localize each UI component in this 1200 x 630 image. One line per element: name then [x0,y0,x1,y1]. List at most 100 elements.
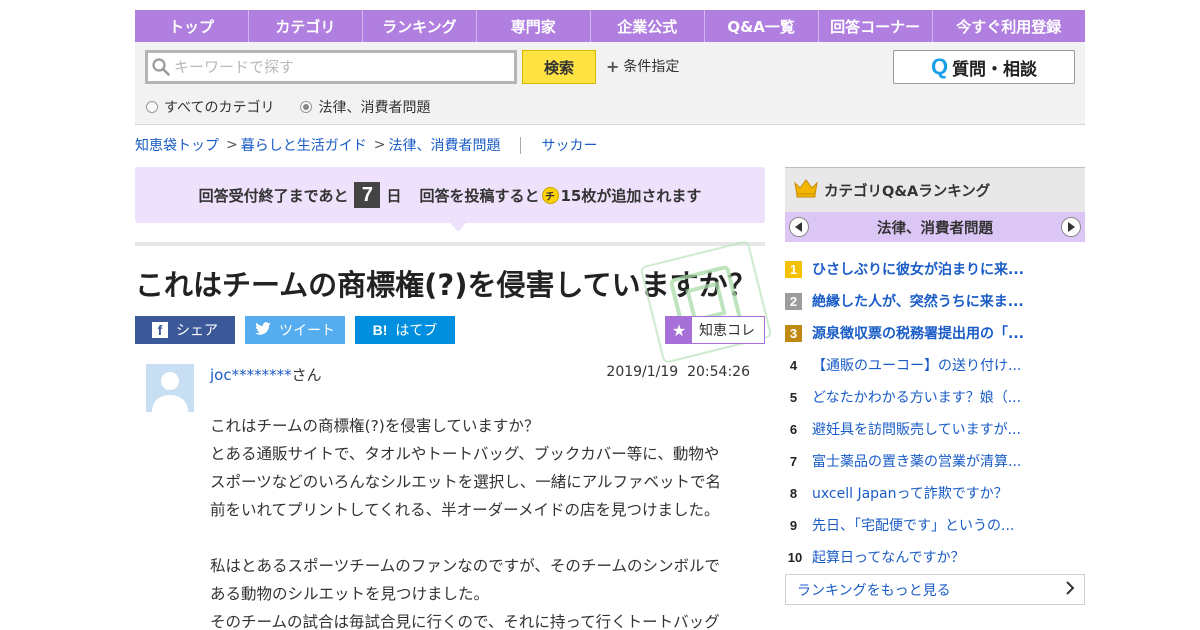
ranking-category-switcher: 法律、消費者問題 [785,212,1085,242]
breadcrumb-law[interactable]: 法律、消費者問題 [388,135,500,155]
ranking-item-1[interactable]: 1 ひさしぶりに彼女が泊まりに来... [785,253,1085,285]
answer-deadline-notice: 回答受付終了まであと 7 日 回答を投稿すると チ 15枚が追加されます [135,167,765,232]
rank-badge: 1 [785,260,802,278]
hatena-bookmark-button[interactable]: B! はてブ [355,316,455,344]
search-scope: すべてのカテゴリ 法律、消費者問題 [146,97,456,117]
author-link[interactable]: joc******** [210,366,292,384]
ranking-item-10[interactable]: 10 起算日ってなんですか？ [785,541,1085,573]
radio-icon [146,101,158,113]
ranking-link[interactable]: 絶縁した人が、突然うちに来ま... [812,291,1024,311]
radio-selected-icon [300,101,313,113]
facebook-share-button[interactable]: f シェア [135,316,235,344]
more-ranking-button[interactable]: ランキングをもっと見る [785,574,1085,605]
radio-current-label: 法律、消費者問題 [318,100,431,116]
ranking-item-8[interactable]: 8 uxcell Japanって詐欺ですか？ [785,477,1085,509]
next-category-button[interactable] [1061,217,1081,237]
question-body: これはチームの商標権(?)を侵害していますか？ とある通販サイトで、タオルやトー… [210,412,750,630]
rank-number: 4 [789,357,798,373]
question-body-line: スポーツなどのいろんなシルエットを選択し、一緒にアルファベットで名 [210,473,722,491]
ranking-item-6[interactable]: 6 避妊具を訪問販売していますが... [785,413,1085,445]
twitter-icon [255,321,271,339]
rank-number: 6 [789,421,798,437]
question-body-line: とある通販サイトで、タオルやトートバッグ、ブックカバー等に、動物や [210,445,720,463]
ranking-title: カテゴリQ&Aランキング [824,183,991,200]
nav-category[interactable]: カテゴリ [249,10,363,42]
ranking-link[interactable]: uxcell Japanって詐欺ですか？ [812,483,1008,503]
reward-suffix: 15枚が追加されます [560,186,702,205]
posted-date: 2019/1/19 [606,364,679,380]
search-icon [148,53,174,81]
ask-question-label: 質問・相談 [952,59,1038,80]
plus-icon: + [606,56,620,76]
search-input[interactable] [174,58,504,76]
nav-qa-list[interactable]: Q&A一覧 [705,10,819,42]
radio-all-label: すべてのカテゴリ [164,100,275,116]
twitter-share-button[interactable]: ツイート [245,316,345,344]
question-body-line: これはチームの商標権(?)を侵害していますか？ [210,417,540,435]
ranking-link[interactable]: 避妊具を訪問販売していますが... [812,419,1021,439]
ranking-link[interactable]: ひさしぶりに彼女が泊まりに来... [812,259,1024,279]
posted-datetime: 2019/1/19 20:54:26 [540,364,750,380]
rank-number: 7 [789,453,798,469]
radio-all-categories[interactable]: すべてのカテゴリ [146,97,274,117]
rank-number: 10 [787,549,803,565]
chevron-right-icon [1066,581,1075,599]
default-user-icon [146,364,194,412]
ask-question-button[interactable]: Q 質問・相談 [893,50,1075,84]
twitter-share-label: ツイート [279,323,335,339]
rank-number: 8 [789,485,798,501]
prev-category-button[interactable] [789,217,809,237]
ranking-link[interactable]: 源泉徴収票の税務署提出用の「... [812,323,1024,343]
ranking-item-5[interactable]: 5 どなたかわかる方います？娘（... [785,381,1085,413]
rank-badge: 3 [785,324,802,342]
avatar[interactable] [146,364,194,412]
breadcrumb-separator: > [373,137,386,153]
nav-register[interactable]: 今すぐ利用登録 [933,10,1085,42]
ranking-link[interactable]: 先日、「宅配便です」というの... [812,515,1014,535]
question-author: joc********さん [210,364,322,385]
radio-current-category[interactable]: 法律、消費者問題 [300,97,430,117]
crown-icon [794,178,818,202]
more-ranking-label: ランキングをもっと見る [797,582,951,599]
related-category-soccer[interactable]: サッカー [541,135,597,155]
rank-number: 9 [789,517,798,533]
nav-ranking[interactable]: ランキング [363,10,477,42]
question-body-line: 前をいれてプリントしてくれる、半オーダーメイドの店を見つけました。 [210,501,720,519]
search-conditions-label: 条件指定 [623,59,680,75]
coin-icon: チ [541,186,559,204]
breadcrumb-life-guide[interactable]: 暮らしと生活ガイド [241,135,367,155]
ranking-item-2[interactable]: 2 絶縁した人が、突然うちに来ま... [785,285,1085,317]
ranking-link[interactable]: どなたかわかる方います？娘（... [812,387,1021,407]
nav-top[interactable]: トップ [135,10,249,42]
search-conditions-link[interactable]: + 条件指定 [606,56,679,76]
ranking-item-4[interactable]: 4 【通販のユーコー】の送り付け... [785,349,1085,381]
nav-official[interactable]: 企業公式 [591,10,705,42]
search-button[interactable]: 検索 [522,50,596,84]
ranking-link[interactable]: 【通販のユーコー】の送り付け... [812,355,1021,375]
hatena-bookmark-label: はてブ [395,323,438,339]
question-body-line: ある動物のシルエットを見つけました。 [210,585,490,603]
breadcrumb-top[interactable]: 知恵袋トップ [135,135,219,155]
chie-colle-button[interactable]: ★ 知恵コレ [665,316,765,344]
ranking-list: 1 ひさしぶりに彼女が泊まりに来... 2 絶縁した人が、突然うちに来ま... 3源… [785,253,1085,573]
notice-prefix: 回答受付終了まであと [198,186,349,205]
breadcrumb-separator: > [226,137,238,153]
rank-number: 5 [789,389,798,405]
chie-colle-label: 知恵コレ [699,323,755,339]
chevron-left-icon [795,222,802,232]
ranking-category-name: 法律、消費者問題 [877,220,993,237]
ranking-item-3[interactable]: 3 源泉徴収票の税務署提出用の「... [785,317,1085,349]
nav-answer-corner[interactable]: 回答コーナー [819,10,933,42]
divider [135,242,765,246]
ranking-link[interactable]: 起算日ってなんですか？ [812,547,965,567]
ranking-link[interactable]: 富士薬品の置き薬の営業が清算... [812,451,1021,471]
watermark-stamp-icon [639,239,773,365]
ranking-item-7[interactable]: 7 富士薬品の置き薬の営業が清算... [785,445,1085,477]
hatena-icon: B! [372,322,388,338]
ranking-item-9[interactable]: 9 先日、「宅配便です」というの... [785,509,1085,541]
global-nav: トップ カテゴリ ランキング 専門家 企業公式 Q&A一覧 回答コーナー 今すぐ… [135,10,1085,42]
question-body-line: そのチームの試合は毎試合見に行くので、それに持って行くトートバッグ [210,613,720,630]
nav-expert[interactable]: 専門家 [477,10,591,42]
breadcrumb-divider [520,136,522,154]
posted-time: 20:54:26 [687,364,750,380]
